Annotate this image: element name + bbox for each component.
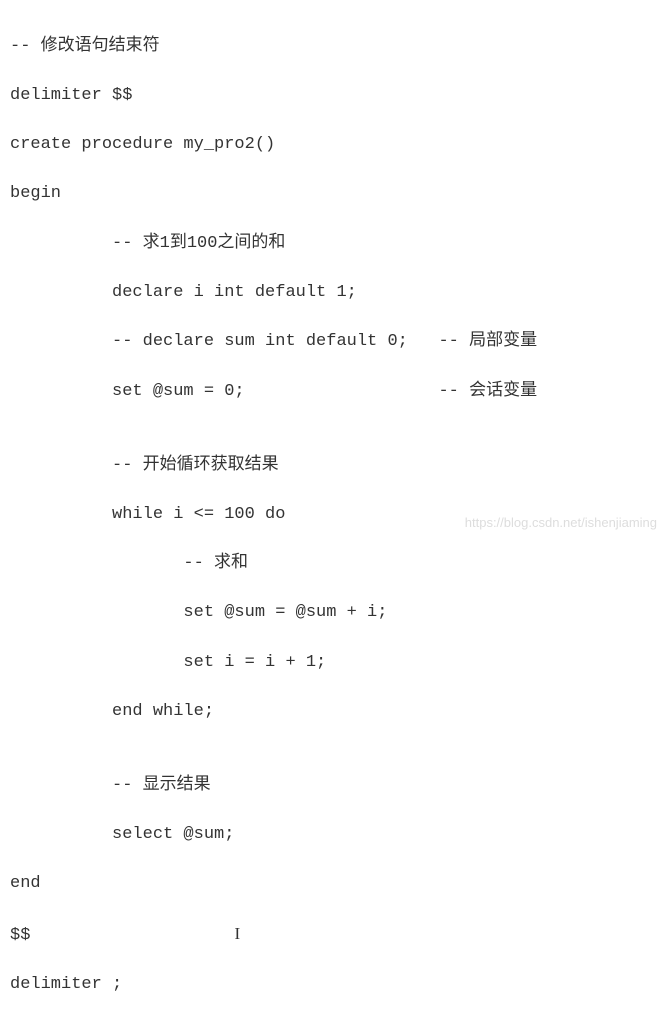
code-line: $$ I (10, 922, 659, 949)
code-line: begin (10, 182, 659, 207)
code-line: -- 求和 (10, 552, 659, 577)
code-line: -- 求1到100之间的和 (10, 232, 659, 257)
code-line: set @sum = @sum + i; (10, 601, 659, 626)
code-line: -- 显示结果 (10, 774, 659, 799)
code-line: declare i int default 1; (10, 281, 659, 306)
watermark-text: https://blog.csdn.net/ishenjiaming (465, 514, 657, 533)
code-line: end while; (10, 700, 659, 725)
code-line: -- 修改语句结束符 (10, 35, 659, 60)
code-line: -- 开始循环获取结果 (10, 454, 659, 479)
code-line: set i = i + 1; (10, 651, 659, 676)
code-line: set @sum = 0; -- 会话变量 (10, 380, 659, 405)
text-cursor: I (234, 922, 240, 947)
code-line: delimiter ; (10, 973, 659, 998)
code-line: end (10, 872, 659, 897)
code-line: -- declare sum int default 0; -- 局部变量 (10, 330, 659, 355)
code-line: select @sum; (10, 823, 659, 848)
code-line: delimiter $$ (10, 84, 659, 109)
code-line: create procedure my_pro2() (10, 133, 659, 158)
